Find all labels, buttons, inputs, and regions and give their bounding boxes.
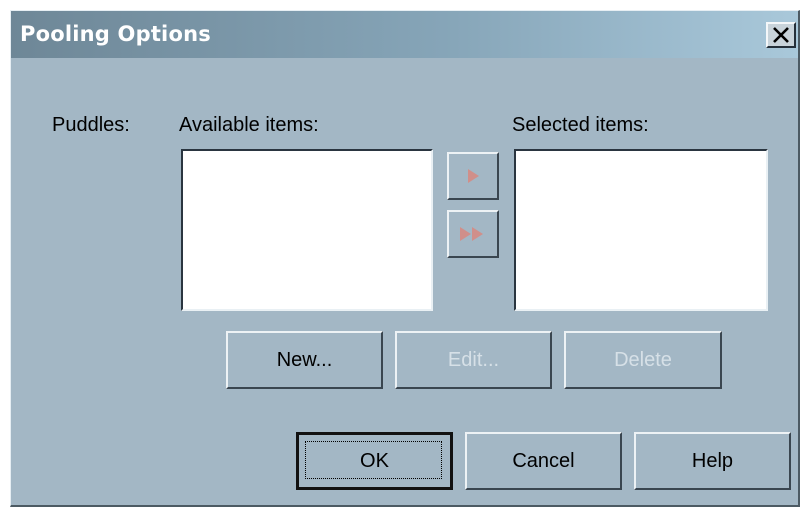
help-button[interactable]: Help: [634, 432, 791, 490]
available-items-label: Available items:: [179, 114, 319, 136]
focus-rectangle: [305, 441, 442, 479]
double-triangle-right-icon: [460, 227, 483, 241]
pooling-options-dialog: Pooling Options Puddles: Available items…: [10, 10, 800, 507]
available-items-listbox[interactable]: [181, 149, 433, 311]
title-bar[interactable]: Pooling Options: [11, 11, 798, 58]
ok-button[interactable]: OK: [296, 432, 453, 490]
close-icon: [773, 27, 789, 43]
help-button-label: Help: [691, 449, 734, 472]
add-all-items-button[interactable]: [447, 210, 499, 258]
puddles-label: Puddles:: [52, 114, 130, 136]
delete-button[interactable]: Delete: [564, 331, 722, 389]
selected-items-label: Selected items:: [512, 114, 649, 136]
add-item-button[interactable]: [447, 152, 499, 200]
close-button[interactable]: [766, 22, 796, 48]
new-button-label: New...: [276, 348, 333, 371]
cancel-button[interactable]: Cancel: [465, 432, 622, 490]
edit-button-label: Edit...: [447, 348, 500, 371]
edit-button[interactable]: Edit...: [395, 331, 552, 389]
window-title: Pooling Options: [20, 22, 211, 46]
triangle-right-icon: [468, 169, 479, 183]
delete-button-label: Delete: [614, 348, 672, 371]
selected-items-listbox[interactable]: [514, 149, 768, 311]
new-button[interactable]: New...: [226, 331, 383, 389]
cancel-button-label: Cancel: [512, 449, 575, 472]
